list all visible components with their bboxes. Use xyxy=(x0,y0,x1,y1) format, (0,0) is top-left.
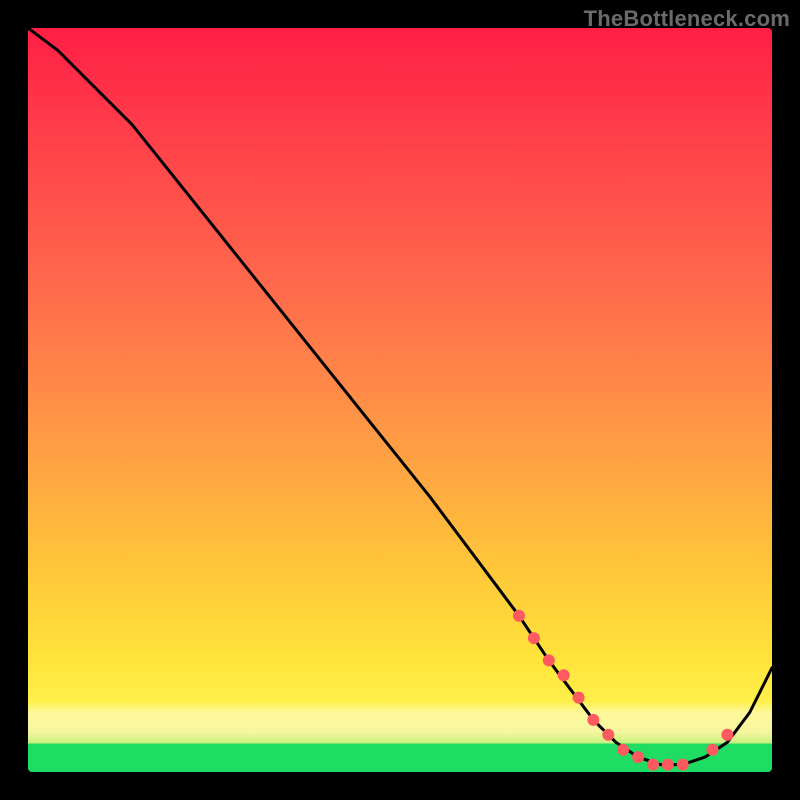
plot-area xyxy=(28,28,772,772)
highlight-dot xyxy=(662,759,674,771)
bottleneck-curve-path xyxy=(28,28,772,765)
highlight-dot xyxy=(647,759,659,771)
highlight-dot xyxy=(587,714,599,726)
chart-frame: TheBottleneck.com xyxy=(0,0,800,800)
curve-layer xyxy=(28,28,772,772)
highlight-dot xyxy=(573,692,585,704)
highlight-dot xyxy=(721,729,733,741)
highlight-dot xyxy=(528,632,540,644)
highlight-dot xyxy=(513,610,525,622)
highlight-dot xyxy=(558,669,570,681)
highlight-dot xyxy=(677,759,689,771)
highlight-dot xyxy=(602,729,614,741)
highlight-dot xyxy=(632,751,644,763)
highlight-dot xyxy=(543,654,555,666)
highlight-dot xyxy=(617,744,629,756)
highlight-dots-group xyxy=(513,610,733,771)
highlight-dot xyxy=(707,744,719,756)
watermark-label: TheBottleneck.com xyxy=(584,6,790,32)
